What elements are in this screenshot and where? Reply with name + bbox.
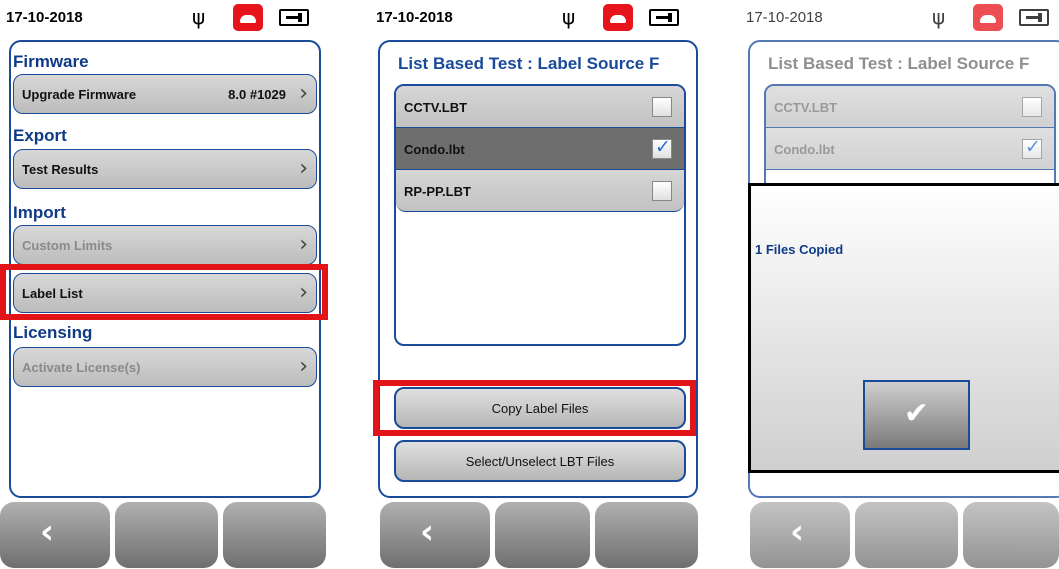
list-item: Condo.lbt xyxy=(766,128,1054,170)
activate-license-button[interactable]: Activate License(s) › xyxy=(13,347,317,387)
chevron-right-icon: › xyxy=(299,156,308,181)
checkbox[interactable] xyxy=(652,136,672,159)
chevron-right-icon: › xyxy=(299,81,308,106)
label-source-screen: 17-10-2018 ψ List Based Test : Label Sou… xyxy=(370,0,698,569)
upgrade-firmware-button[interactable]: Upgrade Firmware 8.0 #1029 › xyxy=(13,74,317,114)
nav-button-2[interactable] xyxy=(495,502,590,568)
checkbox[interactable] xyxy=(652,97,672,117)
back-chevron-icon: ‹ xyxy=(420,512,435,552)
status-date: 17-10-2018 xyxy=(6,9,83,26)
usb-icon: ψ xyxy=(192,5,206,29)
checkmark-icon: ✔ xyxy=(903,396,930,431)
upgrade-firmware-label: Upgrade Firmware xyxy=(22,87,137,102)
chevron-right-icon: › xyxy=(299,232,308,257)
section-import: Import xyxy=(13,203,66,222)
files-copied-dialog: 1 Files Copied ✔ xyxy=(748,183,1059,473)
back-button[interactable]: ‹ xyxy=(0,502,110,568)
highlight-label-list xyxy=(0,264,328,320)
battery-icon xyxy=(1019,9,1049,26)
highlight-copy-button xyxy=(373,380,696,436)
nav-button-2[interactable] xyxy=(115,502,218,568)
phone-hangup-icon[interactable] xyxy=(233,4,263,31)
checkbox[interactable] xyxy=(652,181,672,201)
file-name: CCTV.LBT xyxy=(404,100,468,115)
nav-bar: ‹ xyxy=(0,500,328,569)
activate-license-label: Activate License(s) xyxy=(22,360,141,375)
test-results-button[interactable]: Test Results › xyxy=(13,149,317,189)
files-copied-screen: 17-10-2018 ψ List Based Test : Label Sou… xyxy=(740,0,1059,569)
usb-icon: ψ xyxy=(932,5,946,29)
select-unselect-label: Select/Unselect LBT Files xyxy=(465,454,615,469)
phone-hangup-icon[interactable] xyxy=(603,4,633,31)
custom-limits-label: Custom Limits xyxy=(22,238,113,253)
section-firmware: Firmware xyxy=(13,52,89,71)
back-button: ‹ xyxy=(750,502,850,568)
list-item: CCTV.LBT xyxy=(766,86,1054,128)
list-item[interactable]: CCTV.LBT xyxy=(396,86,684,128)
phone-hangup-icon xyxy=(973,4,1003,31)
settings-screen: 17-10-2018 ψ Firmware Upgrade Firmware 8… xyxy=(0,0,328,569)
nav-button-3[interactable] xyxy=(223,502,326,568)
checkbox xyxy=(1022,97,1042,117)
nav-button-2 xyxy=(855,502,958,568)
status-date: 17-10-2018 xyxy=(746,9,823,26)
back-chevron-icon: ‹ xyxy=(790,512,805,552)
status-date: 17-10-2018 xyxy=(376,9,453,26)
section-export: Export xyxy=(13,126,67,145)
file-name: CCTV.LBT xyxy=(774,100,838,115)
usb-icon: ψ xyxy=(562,5,576,29)
file-list: CCTV.LBT Condo.lbt RP-PP.LBT xyxy=(394,84,686,346)
battery-icon xyxy=(279,9,309,26)
nav-button-3 xyxy=(963,502,1059,568)
back-chevron-icon: ‹ xyxy=(40,512,55,552)
status-bar: 17-10-2018 ψ xyxy=(370,0,698,36)
page-title: List Based Test : Label Source F xyxy=(398,54,660,73)
custom-limits-button[interactable]: Custom Limits › xyxy=(13,225,317,265)
dialog-message: 1 Files Copied xyxy=(755,242,844,257)
firmware-version: 8.0 #1029 xyxy=(228,87,286,102)
back-button[interactable]: ‹ xyxy=(380,502,490,568)
test-results-label: Test Results xyxy=(22,162,99,177)
file-name: Condo.lbt xyxy=(774,142,835,157)
battery-icon xyxy=(649,9,679,26)
nav-bar: ‹ xyxy=(740,500,1059,569)
ok-button[interactable]: ✔ xyxy=(863,380,970,450)
list-item[interactable]: Condo.lbt xyxy=(396,128,684,170)
select-unselect-button[interactable]: Select/Unselect LBT Files xyxy=(394,440,686,482)
file-name: Condo.lbt xyxy=(404,142,465,157)
list-item[interactable]: RP-PP.LBT xyxy=(396,170,684,212)
chevron-right-icon: › xyxy=(299,354,308,379)
page-title: List Based Test : Label Source F xyxy=(768,54,1030,73)
checkbox xyxy=(1022,136,1042,159)
nav-bar: ‹ xyxy=(370,500,698,569)
section-licensing: Licensing xyxy=(13,323,93,342)
status-bar: 17-10-2018 ψ xyxy=(740,0,1059,36)
file-name: RP-PP.LBT xyxy=(404,184,471,199)
nav-button-3[interactable] xyxy=(595,502,698,568)
status-bar: 17-10-2018 ψ xyxy=(0,0,328,36)
